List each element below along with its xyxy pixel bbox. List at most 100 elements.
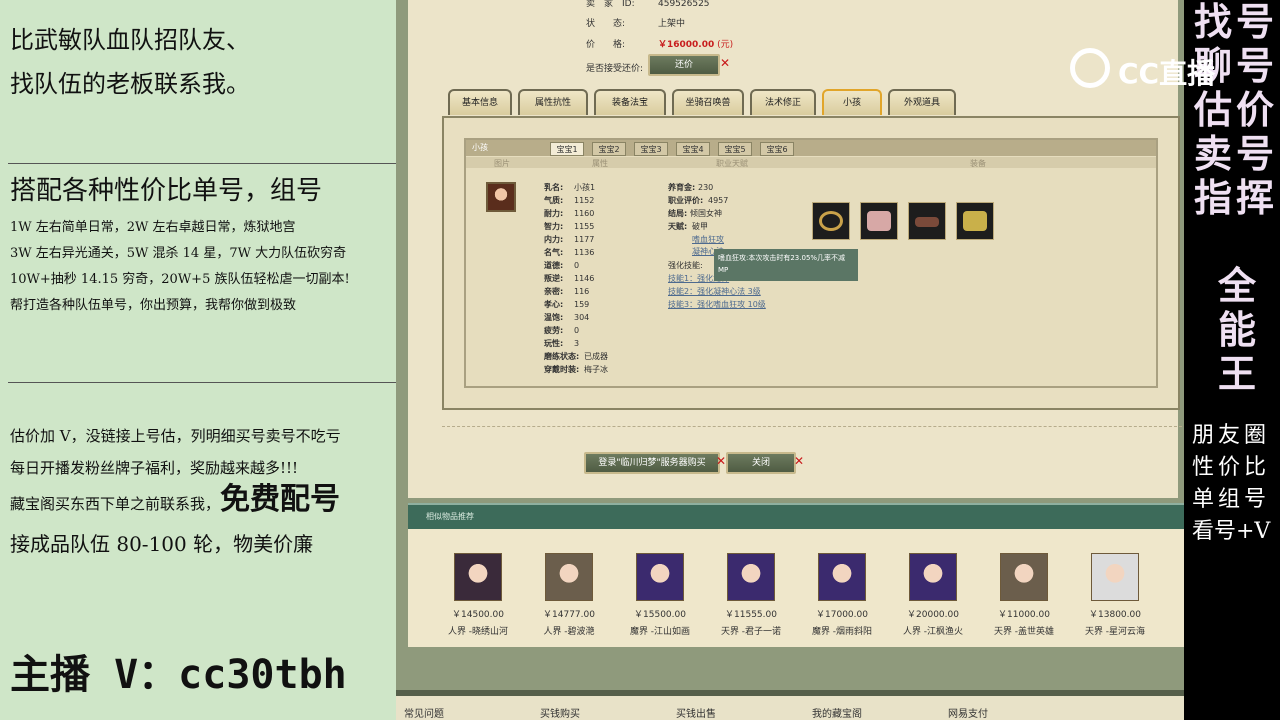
stat-key: 气质: [544,196,564,205]
char: 王 [1217,351,1256,396]
stat-row: 道德: 0 [544,260,579,271]
recruit-line-1: 比武敏队血队招队友、 [10,26,250,54]
skill-tooltip: 嗜血狂攻:本次攻击时有23.05%几率不减MP [714,249,858,281]
stat-row: 乳名: 小孩1 [544,182,595,193]
similar-item[interactable]: ￥11000.00 天界 -盖世英雄 [984,553,1064,637]
character-portrait [818,553,866,601]
divider [8,382,396,383]
footer-link[interactable]: 网易支付 [948,705,988,720]
vertical-text-col-1: 找 聊 估 卖 指 [1190,0,1236,220]
similar-item[interactable]: ￥20000.00 人界 -江枫渔火 [893,553,973,637]
tab-equipment[interactable]: 装备法宝 [594,89,666,115]
item-name: 天界 -星河云海 [1084,627,1146,637]
job-value: 230 [698,183,714,192]
similar-item[interactable]: ￥14500.00 人界 -晓绣山河 [438,553,518,637]
lineup-text: 接成品队伍 80-100 轮，物美价廉 [10,532,314,556]
bag-icon [867,211,891,231]
similar-item[interactable]: ￥13800.00 天界 -星河云海 [1075,553,1155,637]
char: 能 [1217,307,1256,352]
subtab-baby-4[interactable]: 宝宝4 [676,142,710,156]
skill-link[interactable]: 技能3：强化嗜血狂攻 10级 [668,299,766,310]
similar-items-list: ￥14500.00 人界 -晓绣山河 ￥14777.00 人界 -碧波滟 ￥1550… [408,529,1184,647]
similar-item[interactable]: ￥11555.00 天界 -君子一诺 [711,553,791,637]
stat-key: 孝心: [544,300,564,309]
stat-key: 亲密: [544,287,564,296]
job-value: 倾国女神 [690,209,722,218]
stat-value: 1146 [574,274,595,283]
stat-value: 1160 [574,209,595,218]
tab-appearance[interactable]: 外观道具 [888,89,956,115]
item-price: ￥20000.00 [907,610,959,620]
tab-spells[interactable]: 法术修正 [750,89,816,115]
stat-key: 磨练状态: [544,352,580,361]
character-portrait [636,553,684,601]
stat-row: 磨练状态: 已成器 [544,351,608,362]
equip-slot-2[interactable] [860,202,898,240]
price-row: 价 格: ￥16000.00 (元) [586,37,733,50]
subtab-baby-2[interactable]: 宝宝2 [592,142,626,156]
job-key: 结局: [668,209,688,218]
subtab-baby-5[interactable]: 宝宝5 [718,142,752,156]
item-price: ￥13800.00 [1089,610,1141,620]
char: 挥 [1235,175,1274,220]
promo-line-2: 性价比 [1192,455,1271,480]
stat-key: 名气: [544,248,564,257]
footer-link[interactable]: 买钱出售 [676,705,716,720]
promo-line-3: 单组号 [1192,487,1271,512]
divider [8,163,396,164]
stat-value: 梅子冰 [584,365,608,374]
job-key: 天赋: [668,222,688,231]
item-name: 魔界 -烟雨斜阳 [811,627,873,637]
combo-line-3: 10W+抽秒 14.15 穷奇，20W+5 族队伍轻松虐一切副本! [10,272,350,287]
subtab-baby-6[interactable]: 宝宝6 [760,142,794,156]
equip-slot-4[interactable] [956,202,994,240]
close-x-icon[interactable]: ✕ [716,454,726,468]
similar-item[interactable]: ￥14777.00 人界 -碧波滟 [529,553,609,637]
stat-row: 耐力: 1160 [544,208,594,219]
job-row: 天赋: 破甲 [668,221,708,232]
char: 号 [1235,131,1274,176]
estimate-line-3-text: 藏宝阁买东西下单之前联系我， [10,495,221,513]
stat-key: 智力: [544,222,564,231]
stat-value: 1155 [574,222,595,231]
tab-basic-info[interactable]: 基本信息 [448,89,512,115]
close-button[interactable]: 关闭 [726,452,796,474]
equip-slot-3[interactable] [908,202,946,240]
tab-child[interactable]: 小孩 [822,89,882,115]
seller-label: 卖 家 ID: [586,0,635,9]
promo-line-1: 朋友圈 [1192,423,1271,448]
footer-link[interactable]: 常见问题 [404,705,444,720]
cc-logo-icon [1070,48,1110,88]
gold-icon [963,211,987,231]
price-unit: (元) [717,40,734,50]
login-server-buy-button[interactable]: 登录"临川归梦"服务器购买 [584,452,720,474]
cc-live-watermark: CC直播 [1070,44,1240,90]
combo-section: 搭配各种性价比单号，组号 1W 左右简单日常，2W 左右卓越日常，炼狱地宫 3W… [0,170,350,319]
character-portrait [909,553,957,601]
stat-value: 0 [574,261,580,270]
bargain-button[interactable]: 还价 [648,54,720,76]
price-label: 价 格: [586,40,626,50]
stat-row: 叛逆: 1146 [544,273,594,284]
tab-attributes[interactable]: 属性抗性 [518,89,588,115]
seller-row: 卖 家 ID: 459526525 [586,0,710,9]
subtab-baby-1[interactable]: 宝宝1 [550,142,584,156]
similar-item[interactable]: ￥17000.00 魔界 -烟雨斜阳 [802,553,882,637]
character-portrait [1091,553,1139,601]
job-value: 4957 [708,196,729,205]
recruit-line-2: 找队伍的老板联系我。 [10,70,250,98]
ring-icon [819,211,843,231]
item-name: 人界 -晓绣山河 [447,627,509,637]
close-x-icon[interactable]: ✕ [720,56,730,70]
similar-item[interactable]: ￥15500.00 魔界 -江山如画 [620,553,700,637]
talent-link[interactable]: 嗜血狂攻 [692,234,724,245]
close-x-icon[interactable]: ✕ [794,454,804,468]
equip-slot-1[interactable] [812,202,850,240]
footer-link[interactable]: 买钱购买 [540,705,580,720]
skill-link[interactable]: 技能2：强化凝神心法 3级 [668,286,761,297]
item-name: 魔界 -江山如画 [629,627,691,637]
tab-mounts[interactable]: 坐骑召唤兽 [672,89,744,115]
subtab-baby-3[interactable]: 宝宝3 [634,142,668,156]
stat-key: 乳名: [544,183,564,192]
footer-link[interactable]: 我的藏宝阁 [812,705,862,720]
